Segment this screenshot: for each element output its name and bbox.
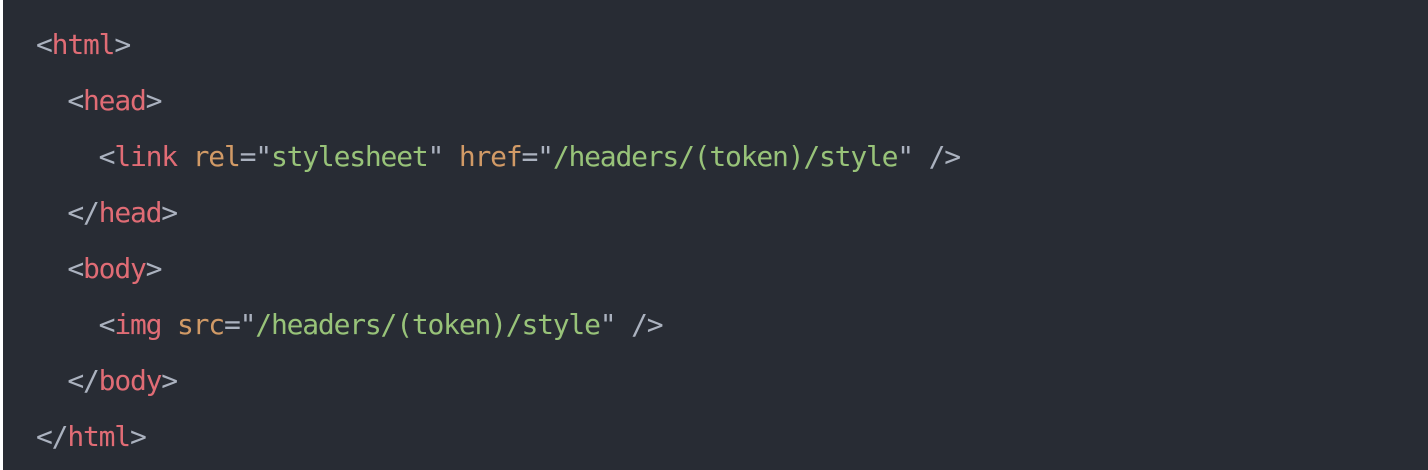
code-line: </body>: [36, 353, 178, 409]
tag-close-bracket: >: [129, 420, 147, 453]
attribute-equals: =": [521, 140, 555, 173]
tag-name: head: [98, 196, 163, 229]
attribute-equals: =": [223, 308, 257, 341]
tag-name: html: [51, 28, 116, 61]
tag-close-bracket: >: [145, 84, 163, 117]
code-line: <body>: [36, 241, 163, 297]
tag-close-bracket: >: [114, 28, 131, 61]
tag-open-bracket: <: [36, 28, 53, 61]
code-line: <img src="/headers/(token)/style" />: [36, 297, 664, 353]
tag-name: html: [67, 420, 131, 453]
tag-open-bracket: </: [36, 420, 69, 453]
attribute-value: /headers/(token)/style: [255, 308, 601, 341]
attribute-name: rel: [192, 140, 241, 173]
tag-name: head: [83, 84, 147, 117]
attribute-name: src: [176, 308, 225, 341]
attribute-quote: ": [427, 140, 445, 173]
code-line: <html>: [36, 17, 131, 73]
code-line: <link rel="stylesheet" href="/headers/(t…: [36, 129, 962, 185]
tag-name: img: [114, 308, 162, 341]
tag-open-bracket: <: [67, 84, 84, 117]
attribute-value: /headers/(token)/style: [552, 140, 899, 173]
attribute-equals: =": [239, 140, 273, 173]
tag-open-bracket: <: [98, 140, 116, 173]
code-line: </head>: [36, 185, 178, 241]
tag-self-close: />: [912, 140, 962, 173]
attribute-quote: ": [897, 140, 914, 173]
attribute-value: stylesheet: [270, 140, 429, 173]
code-block: <html> <head> <link rel="stylesheet" hre…: [3, 0, 1428, 470]
tag-close-bracket: >: [161, 364, 178, 397]
tag-close-bracket: >: [161, 196, 178, 229]
code-line: </html>: [36, 409, 147, 465]
tag-open-bracket: <: [98, 308, 116, 341]
tag-name: body: [83, 252, 147, 285]
tag-open-bracket: </: [67, 196, 100, 229]
tag-close-bracket: >: [145, 252, 163, 285]
attribute-quote: ": [599, 308, 617, 341]
code-line: <head>: [36, 73, 163, 129]
tag-name: body: [98, 364, 163, 397]
tag-open-bracket: <: [67, 252, 84, 285]
tag-name: link: [114, 140, 178, 173]
attribute-name: href: [458, 140, 523, 173]
tag-open-bracket: </: [67, 364, 100, 397]
tag-self-close: />: [615, 308, 664, 341]
